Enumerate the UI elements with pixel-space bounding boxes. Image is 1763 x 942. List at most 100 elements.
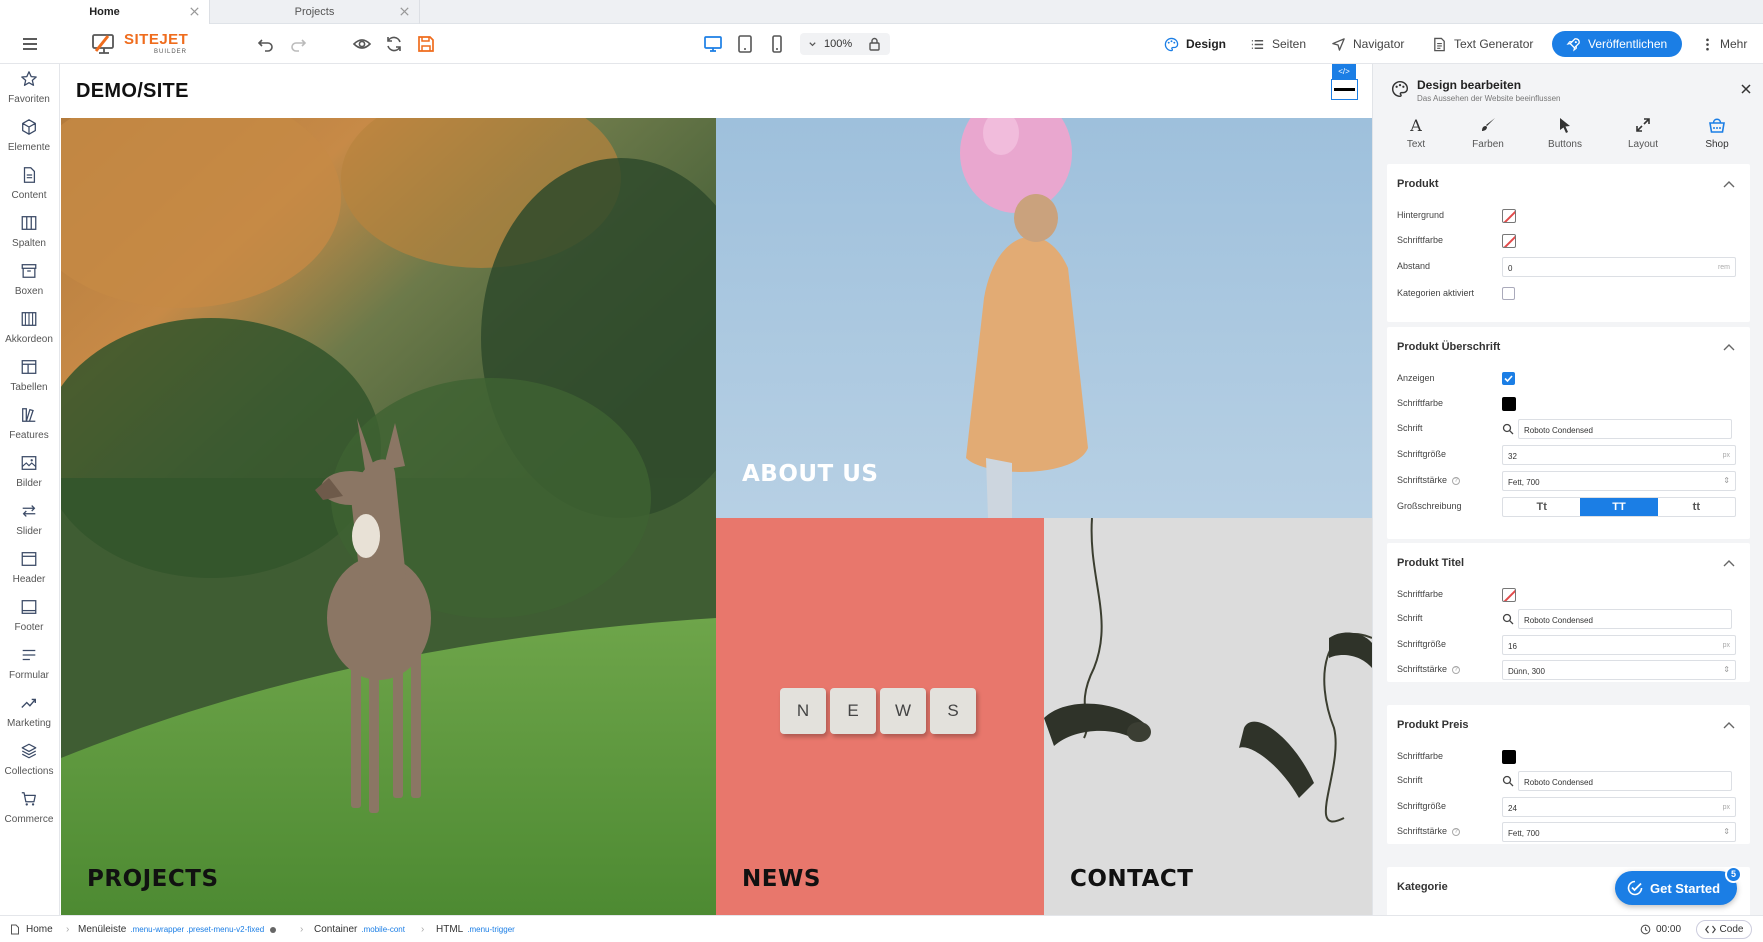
sidebar-item-formular[interactable]: Formular xyxy=(0,640,58,688)
zoom-control[interactable]: 100% xyxy=(800,33,890,55)
font-color-swatch[interactable] xyxy=(1502,234,1516,248)
html-code-badge[interactable]: </> xyxy=(1332,64,1356,79)
info-icon[interactable]: ? xyxy=(1452,476,1461,485)
tile-about[interactable]: ABOUT US xyxy=(716,118,1372,518)
sidebar-item-favoriten[interactable]: Favoriten xyxy=(0,64,58,112)
preview-eye-icon[interactable] xyxy=(352,34,372,54)
font-picker[interactable]: Roboto Condensed xyxy=(1502,419,1732,439)
panel-tab-shop[interactable]: Shop xyxy=(1685,116,1749,150)
hamburger-menu-icon[interactable] xyxy=(20,34,40,54)
sidebar-item-footer[interactable]: Footer xyxy=(0,592,58,640)
search-icon xyxy=(1502,613,1514,625)
section-header[interactable]: Produkt Preis xyxy=(1397,719,1469,731)
spacing-input[interactable]: 0 rem xyxy=(1502,257,1736,277)
breadcrumb-separator: › xyxy=(300,924,304,935)
site-title[interactable]: DEMO/SITE xyxy=(76,80,189,103)
sidebar-item-content[interactable]: Content xyxy=(0,160,58,208)
breadcrumb-home[interactable]: Home xyxy=(10,924,53,935)
section-header[interactable]: Produkt Titel xyxy=(1397,557,1464,569)
breadcrumb-menueleiste[interactable]: Menüleiste .menu-wrapper .preset-menu-v2… xyxy=(78,924,277,935)
font-color-swatch[interactable] xyxy=(1502,750,1516,764)
close-icon[interactable] xyxy=(188,5,201,18)
section-header[interactable]: Produkt xyxy=(1397,178,1439,190)
panel-tab-buttons[interactable]: Buttons xyxy=(1533,116,1597,150)
page-canvas[interactable]: DEMO/SITE </> PROJECTS ABOUT US N E W S … xyxy=(61,64,1372,916)
info-icon[interactable]: ? xyxy=(1452,827,1461,836)
sidebar-item-bilder[interactable]: Bilder xyxy=(0,448,58,496)
pages-button[interactable]: Seiten xyxy=(1250,32,1306,56)
navigator-button[interactable]: Navigator xyxy=(1331,32,1404,56)
tab-projects[interactable]: Projects xyxy=(210,0,420,24)
design-button[interactable]: Design xyxy=(1164,32,1226,56)
redo-icon[interactable] xyxy=(288,34,308,54)
sidebar-item-slider[interactable]: Slider xyxy=(0,496,58,544)
save-icon[interactable] xyxy=(416,34,436,54)
tab-home[interactable]: Home xyxy=(0,0,210,24)
text-generator-button[interactable]: Text Generator xyxy=(1432,32,1533,56)
case-option-uppercase[interactable]: TT xyxy=(1580,498,1658,516)
text-case-toggle: Tt TT tt xyxy=(1502,497,1736,517)
info-icon[interactable]: ? xyxy=(1452,665,1461,674)
desktop-view-icon[interactable] xyxy=(703,34,723,54)
font-weight-select[interactable]: Dünn, 300 ⇕ xyxy=(1502,660,1736,680)
font-weight-select[interactable]: Fett, 700 ⇕ xyxy=(1502,822,1736,842)
sitejet-logo[interactable]: SITEJET BUILDER xyxy=(92,30,202,58)
chevron-up-icon[interactable] xyxy=(1722,719,1736,733)
sidebar-item-header[interactable]: Header xyxy=(0,544,58,592)
tile-news-title[interactable]: NEWS xyxy=(742,866,821,892)
close-panel-icon[interactable] xyxy=(1740,83,1752,95)
background-color-swatch[interactable] xyxy=(1502,209,1516,223)
panel-tab-farben[interactable]: Farben xyxy=(1456,116,1520,150)
sidebar-item-marketing[interactable]: Marketing xyxy=(0,688,58,736)
font-size-input[interactable]: 24 px xyxy=(1502,797,1736,817)
font-weight-value: Dünn, 300 xyxy=(1508,667,1545,676)
section-header[interactable]: Kategorie xyxy=(1397,881,1448,893)
sidebar-item-features[interactable]: Features xyxy=(0,400,58,448)
tile-contact-title[interactable]: CONTACT xyxy=(1070,866,1193,892)
case-option-lowercase[interactable]: tt xyxy=(1658,498,1735,516)
code-button[interactable]: Code xyxy=(1696,920,1752,939)
panel-tab-text[interactable]: A Text xyxy=(1384,116,1448,150)
menu-trigger-selected[interactable] xyxy=(1331,79,1358,100)
tile-projects[interactable]: PROJECTS xyxy=(61,118,716,916)
font-picker[interactable]: Roboto Condensed xyxy=(1502,771,1732,791)
sidebar-item-elemente[interactable]: Elemente xyxy=(0,112,58,160)
more-button[interactable]: Mehr xyxy=(1700,32,1747,56)
categories-checkbox[interactable] xyxy=(1502,287,1515,300)
sidebar-item-spalten[interactable]: Spalten xyxy=(0,208,58,256)
tile-news[interactable]: N E W S NEWS xyxy=(716,518,1044,916)
panel-tab-layout[interactable]: Layout xyxy=(1611,116,1675,150)
sidebar-item-collections[interactable]: Collections xyxy=(0,736,58,784)
chevron-up-icon[interactable] xyxy=(1722,178,1736,192)
sidebar-item-akkordeon[interactable]: Akkordeon xyxy=(0,304,58,352)
lock-icon[interactable] xyxy=(868,37,881,51)
font-picker[interactable]: Roboto Condensed xyxy=(1502,609,1732,629)
tile-projects-title[interactable]: PROJECTS xyxy=(87,866,219,892)
font-weight-select[interactable]: Fett, 700 ⇕ xyxy=(1502,471,1736,491)
breadcrumb-html[interactable]: HTML .menu-trigger xyxy=(436,924,515,935)
tablet-view-icon[interactable] xyxy=(735,34,755,54)
font-size-input[interactable]: 16 px xyxy=(1502,635,1736,655)
sidebar-item-tabellen[interactable]: Tabellen xyxy=(0,352,58,400)
chevron-up-icon[interactable] xyxy=(1722,557,1736,571)
font-color-swatch[interactable] xyxy=(1502,588,1516,602)
undo-icon[interactable] xyxy=(256,34,276,54)
close-icon[interactable] xyxy=(398,5,411,18)
row-schriftstaerke: Schriftstärke? Fett, 700 ⇕ xyxy=(1397,822,1740,842)
case-option-capitalize[interactable]: Tt xyxy=(1503,498,1580,516)
field-label: Schriftfarbe xyxy=(1397,589,1444,599)
sidebar-item-commerce[interactable]: Commerce xyxy=(0,784,58,832)
tile-about-title[interactable]: ABOUT US xyxy=(742,461,879,487)
mobile-view-icon[interactable] xyxy=(767,34,787,54)
chevron-up-icon[interactable] xyxy=(1722,341,1736,355)
show-heading-checkbox[interactable] xyxy=(1502,372,1515,385)
sidebar-item-boxen[interactable]: Boxen xyxy=(0,256,58,304)
tile-contact[interactable]: CONTACT xyxy=(1044,518,1372,916)
get-started-button[interactable]: Get Started xyxy=(1615,871,1737,905)
font-size-input[interactable]: 32 px xyxy=(1502,445,1736,465)
section-header[interactable]: Produkt Überschrift xyxy=(1397,341,1500,353)
breadcrumb-container[interactable]: Container .mobile-cont xyxy=(314,924,405,935)
publish-button[interactable]: Veröffentlichen xyxy=(1552,31,1682,57)
font-color-swatch[interactable] xyxy=(1502,397,1516,411)
refresh-icon[interactable] xyxy=(384,34,404,54)
